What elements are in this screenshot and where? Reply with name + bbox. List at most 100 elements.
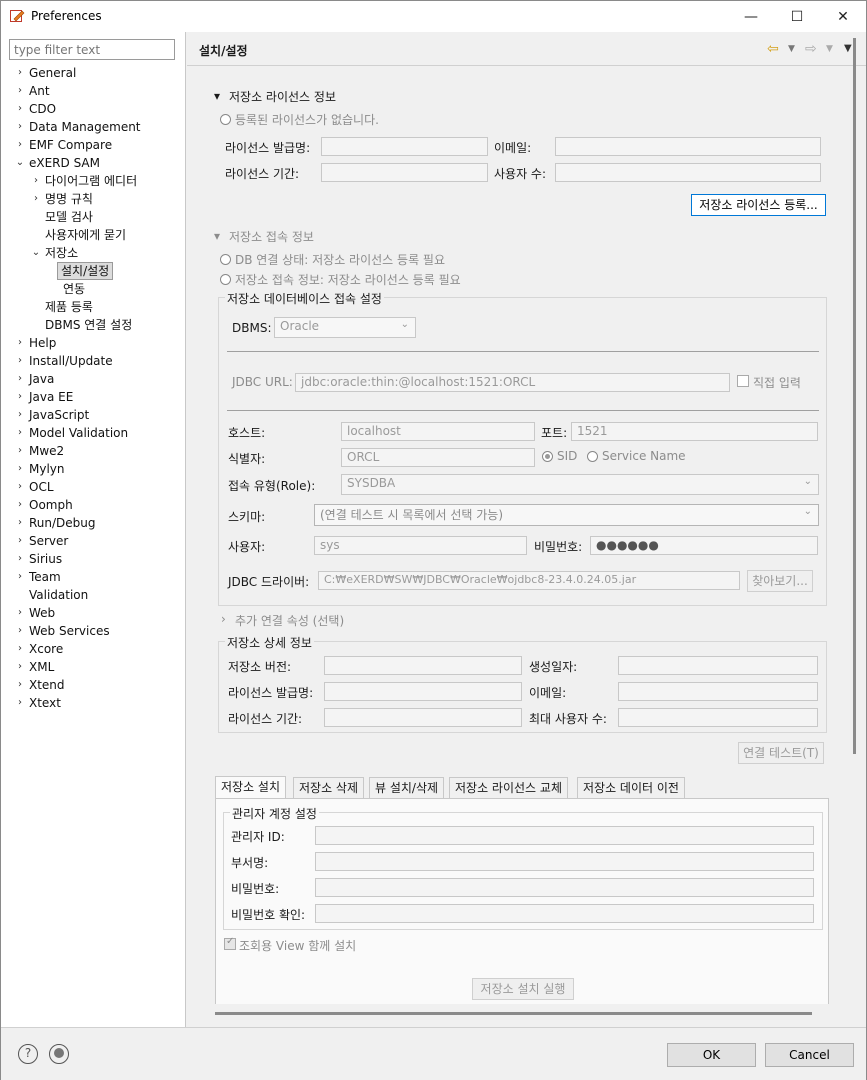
- chevron-right-icon[interactable]: ›: [15, 550, 25, 568]
- identifier-label: 식별자:: [228, 452, 266, 466]
- chevron-right-icon[interactable]: ›: [15, 604, 25, 622]
- tree-item-label: Install/Update: [29, 354, 113, 368]
- connection-test-button[interactable]: 연결 테스트(T): [738, 742, 824, 764]
- tab-data-migration[interactable]: 저장소 데이터 이전: [577, 777, 685, 798]
- direct-input-checkbox[interactable]: [737, 375, 749, 387]
- admin-group-title: 관리자 계정 설정: [230, 805, 319, 822]
- connection-section-expand-icon[interactable]: ▾: [214, 229, 220, 243]
- chevron-right-icon[interactable]: ›: [15, 478, 25, 496]
- direct-input-label: 직접 입력: [753, 376, 801, 390]
- chevron-right-icon[interactable]: ›: [15, 334, 25, 352]
- chevron-right-icon[interactable]: ›: [15, 568, 25, 586]
- tree-item-label: XML: [29, 660, 55, 674]
- chevron-right-icon[interactable]: ›: [15, 658, 25, 676]
- tree-item-label: Server: [29, 534, 69, 548]
- view-menu-icon[interactable]: ▼: [844, 43, 852, 54]
- license-section-expand-icon[interactable]: ▾: [214, 89, 220, 103]
- tree-item-label: CDO: [29, 102, 57, 116]
- role-value: SYSDBA: [347, 476, 396, 490]
- chevron-right-icon[interactable]: ›: [15, 406, 25, 424]
- tree-item-label: DBMS 연결 설정: [45, 318, 133, 332]
- chevron-right-icon[interactable]: ›: [15, 118, 25, 136]
- tree-item-label: Mwe2: [29, 444, 65, 458]
- chevron-right-icon[interactable]: ›: [15, 496, 25, 514]
- role-select[interactable]: SYSDBA ⌄: [341, 474, 819, 495]
- page-title: 설치/설정: [199, 44, 248, 58]
- extra-props-expand-icon[interactable]: ›: [221, 612, 226, 626]
- chevron-right-icon[interactable]: ›: [15, 136, 25, 154]
- tree-item-label: Oomph: [29, 498, 73, 512]
- detail-email-label: 이메일:: [529, 686, 567, 700]
- jdbc-url-label: JDBC URL:: [232, 375, 293, 389]
- chevron-right-icon[interactable]: ›: [15, 424, 25, 442]
- max-users-field: [618, 708, 818, 727]
- admin-password-label: 비밀번호:: [231, 882, 280, 896]
- password-label: 비밀번호:: [534, 540, 583, 554]
- help-icon[interactable]: ?: [18, 1044, 38, 1064]
- run-install-button[interactable]: 저장소 설치 실행: [472, 978, 574, 1000]
- chevron-down-icon: ⌄: [803, 506, 812, 517]
- license-period-field: [321, 163, 488, 182]
- dbms-label: DBMS:: [232, 321, 272, 335]
- chevron-right-icon[interactable]: ›: [15, 370, 25, 388]
- detail-period-label: 라이선스 기간:: [228, 712, 303, 726]
- chevron-right-icon[interactable]: ›: [15, 100, 25, 118]
- chevron-right-icon[interactable]: ›: [15, 622, 25, 640]
- dbms-select[interactable]: Oracle ⌄: [274, 317, 416, 338]
- chevron-down-icon[interactable]: ⌄: [15, 154, 25, 172]
- tab-repo-install[interactable]: 저장소 설치: [215, 776, 287, 798]
- browse-button[interactable]: 찾아보기...: [747, 570, 813, 592]
- minimize-button[interactable]: —: [728, 1, 774, 32]
- tree-item-label: 설치/설정: [57, 262, 114, 280]
- repo-version-field: [324, 656, 522, 675]
- cancel-button[interactable]: Cancel: [765, 1043, 854, 1067]
- chevron-right-icon[interactable]: ›: [15, 460, 25, 478]
- chevron-down-icon[interactable]: ⌄: [31, 244, 41, 262]
- horizontal-scrollbar[interactable]: [215, 1012, 812, 1015]
- tree-item-label: EMF Compare: [29, 138, 113, 152]
- chevron-right-icon[interactable]: ›: [15, 352, 25, 370]
- back-arrow-icon[interactable]: ⇦: [767, 41, 779, 57]
- dbms-value: Oracle: [280, 319, 320, 333]
- tree-item-label: 사용자에게 묻기: [45, 228, 127, 242]
- license-issuer-field: [321, 137, 488, 156]
- settings-page-panel: 설치/설정 ⇦ ▼ ⇨ ▼ ▼ ▾ 저장소 라이선스 정보 등록된 라이선스가 …: [187, 32, 866, 1027]
- preferences-app-icon: [10, 10, 25, 22]
- vertical-scrollbar[interactable]: [853, 38, 856, 754]
- chevron-right-icon[interactable]: ›: [15, 514, 25, 532]
- sid-radio[interactable]: [542, 451, 553, 462]
- forward-arrow-icon[interactable]: ⇨: [805, 41, 817, 57]
- chevron-right-icon[interactable]: ›: [15, 442, 25, 460]
- jdbc-driver-field: C:₩eXERD₩SW₩JDBC₩Oracle₩ojdbc8-23.4.0.24…: [318, 571, 740, 590]
- tab-view-install-delete[interactable]: 뷰 설치/삭제: [369, 777, 445, 798]
- chevron-right-icon[interactable]: ›: [31, 190, 41, 208]
- schema-select[interactable]: (연결 테스트 시 목록에서 선택 가능) ⌄: [314, 504, 819, 526]
- service-name-radio[interactable]: [587, 451, 598, 462]
- extra-props-title: 추가 연결 속성 (선택): [235, 614, 345, 628]
- license-email-label: 이메일:: [494, 141, 532, 155]
- chevron-right-icon[interactable]: ›: [15, 532, 25, 550]
- tab-license-replace[interactable]: 저장소 라이선스 교체: [449, 777, 568, 798]
- chevron-right-icon[interactable]: ›: [15, 64, 25, 82]
- record-icon[interactable]: [49, 1044, 69, 1064]
- created-date-field: [618, 656, 818, 675]
- chevron-right-icon[interactable]: ›: [15, 388, 25, 406]
- close-button[interactable]: ✕: [820, 1, 866, 32]
- back-dropdown-icon[interactable]: ▼: [788, 44, 795, 54]
- chevron-right-icon[interactable]: ›: [31, 172, 41, 190]
- forward-dropdown-icon[interactable]: ▼: [826, 44, 833, 54]
- chevron-right-icon[interactable]: ›: [15, 640, 25, 658]
- tree-item-label: Sirius: [29, 552, 63, 566]
- maximize-button[interactable]: ☐: [774, 1, 820, 32]
- chevron-right-icon[interactable]: ›: [15, 676, 25, 694]
- service-name-label: Service Name: [602, 449, 686, 463]
- tree-item-label: Validation: [29, 588, 89, 602]
- user-field: sys: [314, 536, 527, 555]
- chevron-right-icon[interactable]: ›: [15, 694, 25, 712]
- tab-repo-delete[interactable]: 저장소 삭제: [293, 777, 365, 798]
- ok-button[interactable]: OK: [667, 1043, 756, 1067]
- filter-input[interactable]: [9, 39, 175, 60]
- chevron-right-icon[interactable]: ›: [15, 82, 25, 100]
- admin-id-label: 관리자 ID:: [231, 830, 285, 844]
- register-license-button[interactable]: 저장소 라이선스 등록...: [691, 194, 826, 216]
